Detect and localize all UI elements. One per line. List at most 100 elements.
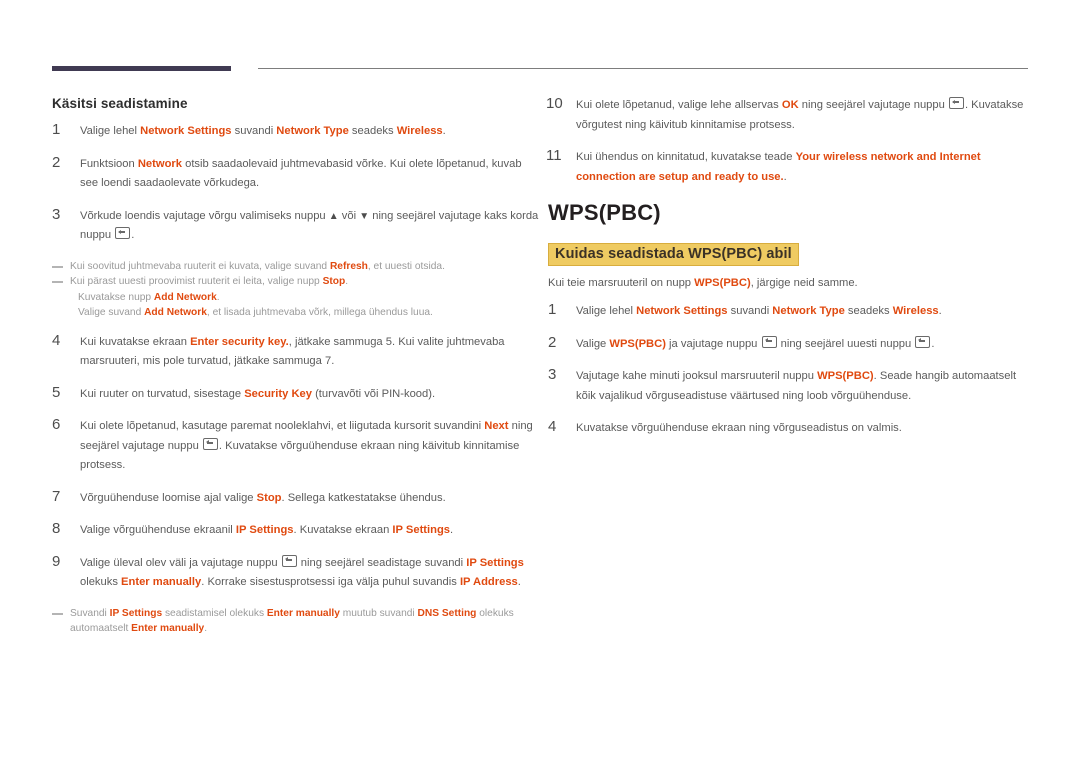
note-text: Kuvatakse nupp Add Network. [78,292,220,303]
body-text: Kui ühendus on kinnitatud, kuvatakse tea… [576,151,796,163]
ui-term-highlight: Enter security key. [190,335,289,348]
right-column: 10 Kui olete lõpetanud, valige lehe allse… [546,95,1038,452]
body-text: . [345,276,349,287]
step-number: 9 [52,552,61,570]
body-text: . [517,576,521,588]
ui-term-highlight: Wireless [396,125,443,137]
left-column: Käsitsi seadistamine 1 Valige lehel Netwo… [52,96,542,649]
note-list-after-step-9: Suvandi IP Settings seadistamisel olekuk… [52,606,542,637]
body-text: ning seejärel uuesti nuppu [777,337,915,350]
step-text: Valige lehel Network Settings suvandi Ne… [80,125,446,137]
body-text: Funktsioon [80,157,138,170]
step-number: 3 [548,366,557,383]
numbered-step: 9 Valige üleval olev väli ja vajutage nup… [52,552,542,593]
step-text: Kui ühendus on kinnitatud, kuvatakse tea… [576,151,981,183]
numbered-step: 2 Valige WPS(PBC) ja vajutage nuppu ning … [548,334,1038,355]
step-text: Kui ruuter on turvatud, sisestage Securi… [80,388,435,400]
step-text: Kuvatakse võrguühenduse ekraan ning võrg… [576,422,902,434]
note-text: Suvandi IP Settings seadistamisel olekuk… [70,608,514,635]
ui-term-highlight: IP Settings [235,524,294,536]
note-item: Kuvatakse nupp Add Network. [52,290,542,306]
note-text: Kui soovitud juhtmevaba ruuterit ei kuva… [70,261,445,272]
step-number: 11 [546,147,562,164]
enter-key-icon [948,97,964,109]
step-text: Kui olete lõpetanud, valige lehe allserv… [576,97,1023,131]
ui-term-highlight: Stop [256,491,282,504]
ui-term-highlight: Stop [322,276,346,287]
step-text: Vajutage kahe minuti jooksul marsruuteri… [576,370,1016,402]
note-dash-icon [52,281,63,283]
manual-setup-step-list-continued: 4 Kui kuvatakse ekraan Enter security key… [52,331,542,593]
step-number: 1 [52,121,61,138]
step-text: Võrguühenduse loomise ajal valige Stop. … [80,492,446,504]
wps-pbc-step-list: 1 Valige lehel Network Settings suvandi N… [548,301,1038,439]
step-text: Valige võrguühenduse ekraanil IP Setting… [80,524,453,536]
body-text: ning seejärel vajutage nuppu [798,99,948,111]
body-text: Valige lehel [80,125,141,137]
body-text: muutub suvandi [339,607,418,619]
ui-term-highlight: Network [137,157,182,170]
step-text: Valige WPS(PBC) ja vajutage nuppu ning s… [576,335,934,350]
note-dash-icon [52,265,63,268]
numbered-step: 11 Kui ühendus on kinnitatud, kuvatakse t… [546,147,1038,187]
enter-key-icon [915,335,931,348]
header-accent-rule [52,66,231,71]
manual-page: Käsitsi seadistamine 1 Valige lehel Netwo… [0,0,1080,763]
ui-term-highlight: Security Key [244,387,312,400]
body-text: seadeks [844,305,893,317]
body-text: Valige lehel [576,305,637,317]
body-text: . [938,305,942,317]
body-text: , et uuesti otsida. [367,260,445,272]
ui-term-highlight: Wireless [892,305,939,317]
step-number: 6 [52,416,61,433]
body-text: . [783,170,787,183]
numbered-step: 5 Kui ruuter on turvatud, sisestage Secur… [52,384,542,405]
body-text: Kui pärast uuesti proovimist ruuterit ei… [70,276,323,287]
ui-term-highlight: Enter manually [131,623,205,634]
note-item: Valige suvand Add Network, et lisada juh… [52,305,542,321]
ui-term-highlight: WPS(PBC) [609,337,666,350]
body-text: Valige üleval olev väli ja vajutage nupp… [80,556,281,569]
body-text: Suvandi [70,607,110,619]
body-text: , et lisada juhtmevaba võrk, millega ühe… [206,307,433,318]
ui-term-highlight: Next [484,420,509,432]
step-number: 1 [548,301,557,318]
body-text: Võrkude loendis vajutage võrgu valimisek… [80,209,329,222]
body-text: . Kuvatakse ekraan [293,524,393,536]
ui-term-highlight: Enter manually [266,607,340,619]
ui-term-highlight: IP Settings [466,556,524,569]
wps-intro-text: Kui teie marsruuteril on nupp WPS(PBC), … [548,275,1038,292]
body-text: Valige võrguühenduse ekraanil [80,524,236,536]
body-text: Kui teie marsruuteril on nupp [548,277,695,289]
step-text: Kui kuvatakse ekraan Enter security key.… [80,336,505,368]
ui-term-highlight: Network Settings [636,305,728,317]
ui-term-highlight: OK [781,99,799,111]
body-text: . [450,524,454,536]
ui-term-highlight: Network Type [772,305,845,317]
numbered-step: 4 Kuvatakse võrguühenduse ekraan ning võr… [548,418,1038,439]
note-item: Kui soovitud juhtmevaba ruuterit ei kuva… [52,259,542,275]
step-number: 7 [52,487,61,505]
step-number: 4 [52,331,61,349]
body-text: Kuvatakse nupp [78,291,154,303]
enter-key-icon [281,554,297,567]
body-text: Kui soovitud juhtmevaba ruuterit ei kuva… [70,260,330,272]
sub-heading-how-to-setup: Kuidas seadistada WPS(PBC) abil [548,243,799,266]
body-text: . Korrake sisestusprotsessi iga välja pu… [201,576,460,588]
body-text: ning seejärel seadistage suvandi [297,556,467,569]
body-text: olekuks [80,576,122,588]
numbered-step: 1 Valige lehel Network Settings suvandi N… [548,301,1038,322]
body-text: seadeks [348,125,397,137]
ui-term-highlight: DNS Setting [417,607,477,619]
step-number: 8 [52,520,61,537]
body-text: või [338,209,360,222]
ui-term-highlight: WPS(PBC) [817,370,874,382]
body-text: seadistamisel olekuks [162,607,267,619]
body-text: Võrguühenduse loomise ajal valige [80,491,257,504]
body-text: Vajutage kahe minuti jooksul marsruuteri… [576,370,818,382]
body-text: Kui ruuter on turvatud, sisestage [80,387,245,400]
ui-term-highlight: Network Type [276,125,349,137]
numbered-step: 6 Kui olete lõpetanud, kasutage paremat n… [52,416,542,476]
body-text: , järgige neid samme. [750,277,858,289]
ui-term-highlight: Enter manually [121,576,202,588]
